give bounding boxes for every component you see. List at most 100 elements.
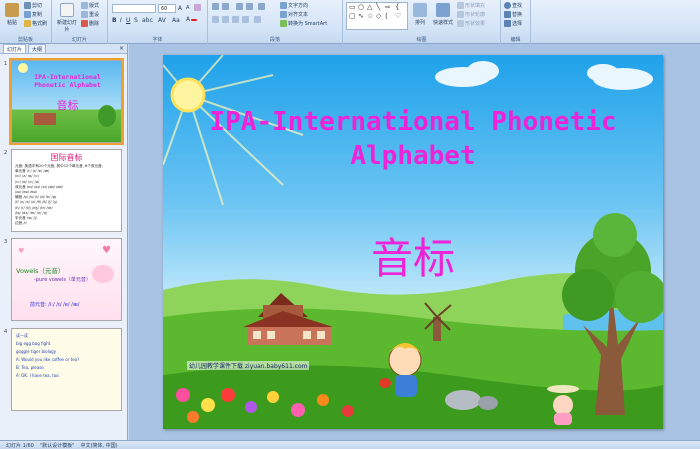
align-left-button[interactable] [212, 16, 219, 23]
rectangle-icon: ▭ [349, 3, 356, 11]
status-bar: 幻灯片 1/60 "默认设计模板" 中文(简体, 中国) [0, 440, 700, 449]
layout-button[interactable]: 版式 [81, 2, 99, 9]
eraser-icon [194, 4, 201, 11]
paragraph-label: 段落 [269, 37, 280, 43]
replace-button[interactable]: 替换 [504, 11, 522, 18]
select-button[interactable]: 选择 [504, 20, 522, 27]
indent-left-icon [236, 3, 243, 10]
slides-panel: 幻灯片 大纲 × 1 IPA-International Phonetic Al… [0, 44, 128, 440]
shape-effects-button[interactable]: 形状效果 [457, 20, 485, 27]
drawing-label: 绘图 [416, 37, 427, 43]
copy-button[interactable]: 复制 [24, 11, 42, 18]
align-right-icon [232, 16, 239, 23]
font-group: 60 A A B I U S abc AV Aa A 字体 [108, 0, 208, 44]
slide-count: 幻灯片 1/60 [6, 442, 34, 449]
thumb-title: Vowels（元音） [16, 267, 65, 275]
cursor-icon [504, 20, 511, 27]
rock-image [478, 396, 498, 410]
thumb-number: 3 [4, 239, 8, 245]
thumb-text-line: B: Tea, please. [16, 365, 45, 370]
tab-slides[interactable]: 幻灯片 [3, 44, 27, 53]
editing-group: 查找 替换 选择 编辑 [501, 0, 531, 44]
shape-fill-button[interactable]: 形状填充 [457, 2, 485, 9]
star-icon: ☆ [367, 12, 374, 20]
brush-icon [24, 20, 31, 27]
rounded-rect-icon: ▢ [349, 12, 356, 20]
bullets-icon [212, 3, 219, 10]
fill-bucket-icon [457, 2, 464, 9]
cartoon-image [92, 265, 114, 283]
justify-button[interactable] [242, 16, 249, 23]
copy-icon [24, 11, 31, 18]
columns-button[interactable] [254, 16, 261, 23]
slide-watermark: 幼儿园教学课件下载 ziyuan.baby611.com [187, 361, 310, 370]
text-direction-button[interactable]: 文字方向 [280, 2, 308, 9]
thumb-text-line: 读一读 [16, 333, 28, 338]
italic-button[interactable]: I [120, 17, 122, 24]
slide-subtitle[interactable]: 音标 [163, 225, 663, 286]
grow-font-button[interactable]: A [178, 5, 182, 12]
new-slide-button[interactable]: 新建幻灯片 [56, 3, 78, 33]
find-button[interactable]: 查找 [504, 2, 522, 9]
char-spacing-button[interactable]: AV [158, 17, 166, 24]
bold-button[interactable]: B [112, 17, 117, 24]
shrink-font-button[interactable]: A [186, 5, 189, 11]
quick-styles-icon [436, 3, 450, 17]
quick-styles-button[interactable]: 快速样式 [431, 3, 455, 26]
panel-close-icon[interactable]: × [119, 45, 124, 52]
decrease-indent-button[interactable] [236, 3, 243, 10]
thumb-number: 1 [4, 61, 8, 67]
shape-outline-button[interactable]: 形状轮廓 [457, 11, 485, 18]
tab-outline[interactable]: 大纲 [28, 44, 47, 53]
slide-thumbnail-2[interactable]: 国际音标 元音: 英语中有20个元音, 其中12个单元音, 8个双元音。 单元音 … [11, 149, 122, 232]
thumb-subtitle: -pure vowels（单元音） [34, 277, 91, 283]
strikethrough-button[interactable]: abc [142, 17, 153, 24]
clear-format-button[interactable] [194, 4, 201, 11]
shapes-gallery[interactable]: ▭ ○ △ ╲ ⇨ { ▢ ∿ ☆ ◇ ⟨ ♡ [346, 2, 408, 30]
thumb-line: 前元音: /i:/ /ɪ/ /e/ /æ/ [30, 302, 80, 308]
columns-icon [254, 16, 261, 23]
numbering-button[interactable] [222, 3, 229, 10]
cut-button[interactable]: 剪切 [24, 2, 42, 9]
slide-thumbnail-4[interactable]: 读一读 big egg bag fight goggle tiger biology… [11, 328, 122, 411]
align-text-icon [280, 11, 287, 18]
tree-image [98, 105, 116, 127]
bullets-button[interactable] [212, 3, 219, 10]
underline-button[interactable]: U [126, 17, 130, 24]
drawing-group: ▭ ○ △ ╲ ⇨ { ▢ ∿ ☆ ◇ ⟨ ♡ 排列 快速样式 形状填充 形状轮… [343, 0, 501, 44]
increase-indent-button[interactable] [246, 3, 253, 10]
house-image [34, 113, 56, 125]
sun-icon [18, 63, 28, 73]
heart-icon: ♥ [18, 247, 25, 255]
effects-icon [457, 20, 464, 27]
font-color-button[interactable]: A [186, 16, 198, 23]
language-indicator[interactable]: 中文(简体, 中国) [80, 442, 117, 449]
align-center-button[interactable] [222, 16, 229, 23]
thumb-number: 4 [4, 329, 8, 335]
arrow-icon: ⇨ [385, 3, 391, 11]
slide-thumbnail-1[interactable]: IPA-International Phonetic Alphabet 音标 [9, 58, 124, 145]
main-slide[interactable]: IPA-International Phonetic Alphabet 音标 幼… [163, 55, 663, 429]
font-size-select[interactable]: 60 [158, 4, 176, 13]
smartart-button[interactable]: 转换为 SmartArt [280, 20, 327, 27]
magnifier-icon [504, 2, 511, 9]
align-text-button[interactable]: 对齐文本 [280, 11, 308, 18]
line-spacing-button[interactable] [258, 3, 265, 10]
reset-icon [81, 11, 88, 18]
change-case-button[interactable]: Aa [172, 17, 180, 24]
font-name-select[interactable] [112, 4, 156, 13]
reset-button[interactable]: 重设 [81, 11, 99, 18]
paste-button[interactable]: 粘贴 [3, 3, 21, 26]
arrange-button[interactable]: 排列 [411, 3, 429, 26]
shadow-button[interactable]: S [134, 17, 138, 24]
align-right-button[interactable] [232, 16, 239, 23]
slides-label: 幻灯片 [71, 37, 87, 43]
heart-icon: ♥ [102, 245, 111, 256]
format-painter-button[interactable]: 格式刷 [24, 20, 47, 27]
delete-slide-button[interactable]: 删除 [81, 20, 99, 27]
slide-thumbnail-3[interactable]: Vowels（元音） -pure vowels（单元音） 前元音: /i:/ /… [11, 238, 122, 321]
paragraph-group: 文字方向 对齐文本 转换为 SmartArt 段落 [208, 0, 343, 44]
curve-icon: ∿ [358, 12, 364, 20]
slide-title[interactable]: IPA-International Phonetic Alphabet [163, 105, 663, 173]
align-center-icon [222, 16, 229, 23]
